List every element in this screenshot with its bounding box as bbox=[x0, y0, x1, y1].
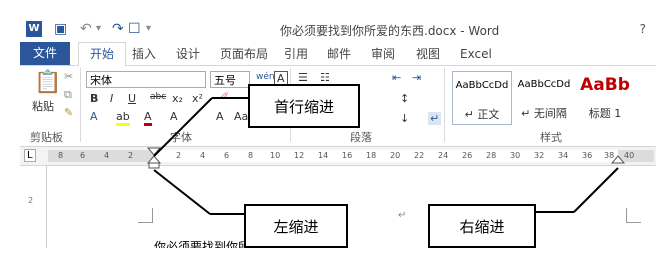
leader-line-left bbox=[153, 169, 211, 215]
leader-line-first-line bbox=[153, 97, 213, 157]
callout-left-indent: 左缩进 bbox=[244, 204, 348, 248]
callout-first-line-indent: 首行缩进 bbox=[248, 84, 360, 128]
leader-line-right bbox=[573, 167, 619, 213]
callout-right-indent: 右缩进 bbox=[428, 204, 536, 248]
